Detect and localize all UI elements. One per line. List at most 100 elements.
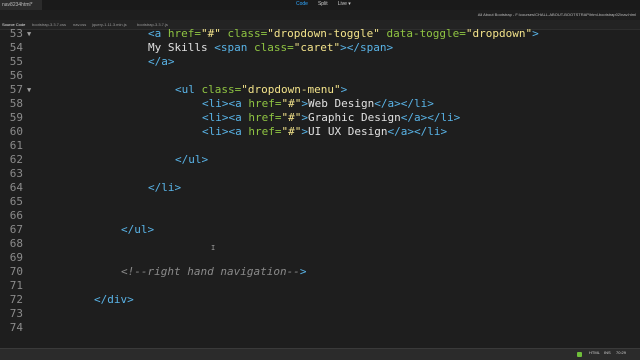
code-token: > bbox=[532, 27, 539, 40]
fold-toggle-icon[interactable]: ▼ bbox=[27, 83, 31, 97]
code-line[interactable]: 62 </ul> bbox=[0, 153, 640, 167]
live-view-label: Live bbox=[337, 1, 347, 7]
code-text: <li><a href="#">UI UX Design</a></li> bbox=[202, 125, 447, 139]
code-token: "dropdown" bbox=[465, 27, 533, 40]
code-text: </div> bbox=[94, 293, 134, 307]
line-number: 62 bbox=[9, 153, 23, 166]
code-text: <ul class="dropdown-menu"> bbox=[175, 83, 347, 97]
code-text: My Skills <span class="caret"></span> bbox=[148, 41, 393, 55]
code-token: </a> bbox=[148, 55, 175, 68]
document-path: All About Bootstrap - F:\courses\CHALL-A… bbox=[477, 12, 636, 17]
code-line[interactable]: 53 ▼ <a href="#" class="dropdown-toggle" d… bbox=[0, 27, 640, 41]
split-view-button[interactable]: Split bbox=[318, 1, 328, 7]
line-number: 69 bbox=[9, 251, 23, 264]
code-token: </ul> bbox=[121, 223, 155, 236]
code-line[interactable]: 65 bbox=[0, 195, 640, 209]
code-token: > bbox=[299, 265, 307, 278]
line-number: 74 bbox=[9, 321, 23, 334]
line-number: 72 bbox=[9, 293, 23, 306]
code-line[interactable]: 73 bbox=[0, 307, 640, 321]
code-line[interactable]: 68 bbox=[0, 237, 640, 251]
code-text: </ul> bbox=[175, 153, 208, 167]
code-token: class= bbox=[220, 27, 268, 40]
code-line[interactable]: 56 bbox=[0, 69, 640, 83]
code-token: > bbox=[301, 97, 308, 110]
live-view-button[interactable]: Live ▾ bbox=[338, 1, 351, 7]
code-token: <!--right hand navigation-- bbox=[121, 265, 300, 278]
code-text: <li><a href="#">Graphic Design</a></li> bbox=[202, 111, 460, 125]
code-line[interactable]: 71 bbox=[0, 279, 640, 293]
line-number: 56 bbox=[9, 69, 23, 82]
line-number: 66 bbox=[9, 209, 23, 222]
status-language[interactable]: HTML bbox=[589, 350, 600, 355]
code-line[interactable]: 69 bbox=[0, 251, 640, 265]
code-token: <span bbox=[214, 41, 254, 54]
code-token: <li><a bbox=[202, 97, 249, 110]
code-editor[interactable]: 53 ▼ <a href="#" class="dropdown-toggle" d… bbox=[0, 27, 640, 348]
code-token: "caret" bbox=[293, 41, 341, 54]
code-token: "dropdown-menu" bbox=[241, 83, 341, 96]
code-line[interactable]: 70 <!--right hand navigation--> bbox=[0, 265, 640, 279]
code-token: Graphic Design bbox=[307, 111, 401, 124]
code-text: </a> bbox=[148, 55, 175, 69]
code-line[interactable]: 54 My Skills <span class="caret"></span> bbox=[0, 41, 640, 55]
code-line[interactable]: 63 bbox=[0, 167, 640, 181]
line-number: 64 bbox=[9, 181, 23, 194]
code-line[interactable]: 61 bbox=[0, 139, 640, 153]
code-token: <ul bbox=[175, 83, 202, 96]
code-line[interactable]: 58 <li><a href="#">Web Design</a></li> bbox=[0, 97, 640, 111]
code-text: </ul> bbox=[121, 223, 154, 237]
status-cursor-position: 70:29 bbox=[616, 350, 627, 355]
code-line[interactable]: 66 bbox=[0, 209, 640, 223]
top-bar: nav8234html* Code Split Live ▾ bbox=[0, 0, 640, 10]
code-token: class= bbox=[253, 41, 294, 54]
code-token: href= bbox=[248, 97, 282, 110]
line-number: 65 bbox=[9, 195, 23, 208]
code-line[interactable]: 64 </li> bbox=[0, 181, 640, 195]
view-switcher: Code Split Live ▾ bbox=[296, 1, 351, 7]
line-number: 63 bbox=[9, 167, 23, 180]
code-token: "#" bbox=[201, 27, 221, 40]
status-ok-icon bbox=[577, 352, 582, 357]
line-number: 73 bbox=[9, 307, 23, 320]
code-token: > bbox=[301, 125, 308, 138]
code-line[interactable]: 74 bbox=[0, 321, 640, 335]
code-text: <li><a href="#">Web Design</a></li> bbox=[202, 97, 434, 111]
code-line[interactable]: 59 <li><a href="#">Graphic Design</a></li… bbox=[0, 111, 640, 125]
code-token: Web Design bbox=[307, 97, 375, 110]
code-token: </a></li> bbox=[387, 125, 448, 138]
code-token: class= bbox=[201, 83, 242, 96]
code-line[interactable]: 72 </div> bbox=[0, 293, 640, 307]
line-number: 60 bbox=[9, 125, 23, 138]
code-token: </a></li> bbox=[400, 111, 461, 124]
line-number: 58 bbox=[9, 97, 23, 110]
code-line[interactable]: 67 </ul> bbox=[0, 223, 640, 237]
code-token: </div> bbox=[94, 293, 134, 306]
code-token: data-toggle= bbox=[379, 27, 466, 40]
code-line[interactable]: 55 </a> bbox=[0, 55, 640, 69]
code-token: > bbox=[301, 111, 308, 124]
code-token: <a bbox=[148, 27, 168, 40]
code-token: </a></li> bbox=[374, 97, 434, 110]
text-cursor-icon: I bbox=[211, 244, 216, 252]
code-view-button[interactable]: Code bbox=[296, 1, 308, 7]
code-token: "#" bbox=[281, 111, 302, 124]
code-token: </ul> bbox=[175, 153, 209, 166]
code-token: UI UX Design bbox=[307, 125, 388, 138]
chevron-down-icon: ▾ bbox=[348, 1, 351, 7]
code-token: href= bbox=[248, 125, 282, 138]
code-token: "#" bbox=[281, 125, 302, 138]
line-number: 61 bbox=[9, 139, 23, 152]
fold-toggle-icon[interactable]: ▼ bbox=[27, 27, 31, 41]
code-token: href= bbox=[248, 111, 282, 124]
code-token: > bbox=[340, 83, 348, 96]
code-token: "#" bbox=[281, 97, 302, 110]
code-text: <a href="#" class="dropdown-toggle" data… bbox=[148, 27, 539, 41]
status-bar: HTML INS 70:29 bbox=[0, 348, 640, 360]
line-number: 57 bbox=[9, 83, 23, 96]
line-number: 68 bbox=[9, 237, 23, 250]
code-line[interactable]: 60 <li><a href="#">UI UX Design</a></li> bbox=[0, 125, 640, 139]
code-line[interactable]: 57 ▼ <ul class="dropdown-menu"> bbox=[0, 83, 640, 97]
code-token: href= bbox=[167, 27, 201, 40]
document-tab[interactable]: nav8234html* bbox=[0, 0, 42, 10]
